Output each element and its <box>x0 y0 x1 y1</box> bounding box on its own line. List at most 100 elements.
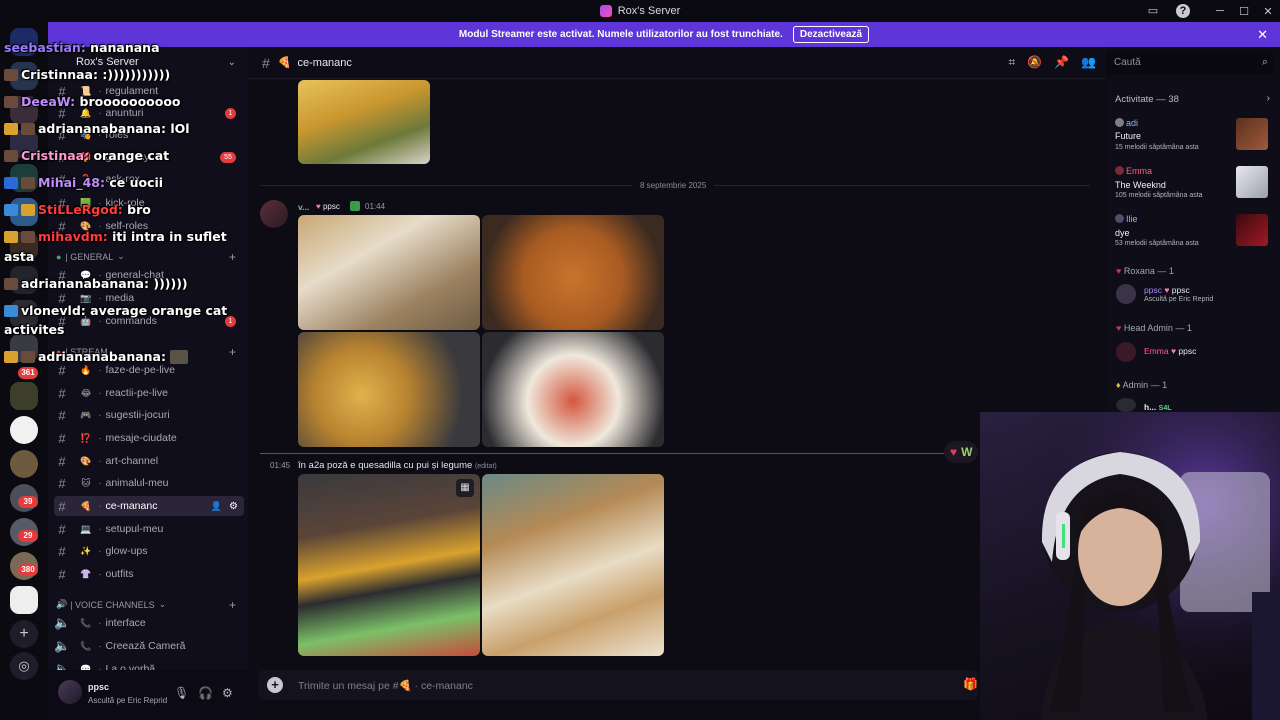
category-general[interactable]: ● | GENERAL ⌄ + <box>56 250 242 264</box>
avatar[interactable] <box>58 680 82 704</box>
chat-badge-icon <box>21 203 35 216</box>
chat-message: Cristinnaa: :))))))))))) <box>4 67 170 82</box>
message-image[interactable] <box>298 474 480 656</box>
voice-channel-interface[interactable]: 🔈 📞 · interface <box>54 613 244 633</box>
server-icon-cat[interactable] <box>10 450 38 478</box>
channel-sugestii-jocuri[interactable]: # 🎮 · sugestii-jocuri <box>54 405 244 425</box>
avatar[interactable] <box>1116 342 1136 362</box>
channel-label: glow-ups <box>105 545 148 557</box>
search-input[interactable]: Caută ⌕ <box>1106 52 1274 74</box>
help-icon[interactable]: ? <box>1176 4 1190 18</box>
channel-label: art-channel <box>105 455 159 467</box>
activity-stat: 105 melodii săptămâna asta <box>1115 192 1203 199</box>
channel-outfits[interactable]: # 👚 · outfits <box>54 564 244 584</box>
hash-icon: # <box>58 521 66 537</box>
discover-icon[interactable]: ◎ <box>10 652 38 680</box>
channel-setupul-meu[interactable]: # 💻 · setupul-meu <box>54 519 244 539</box>
message-image[interactable] <box>298 215 480 330</box>
emote-icon <box>170 349 189 364</box>
chat-badge-icon <box>4 304 18 317</box>
server-icon-10[interactable] <box>10 382 38 410</box>
chat-badge-icon <box>4 203 18 216</box>
members-icon[interactable]: 👥 <box>1081 55 1096 70</box>
unread-badge: 380 <box>18 564 38 576</box>
add-channel-icon[interactable]: + <box>229 345 236 359</box>
add-server-icon[interactable]: + <box>10 620 38 648</box>
pin-icon[interactable]: 📌 <box>1054 55 1069 70</box>
add-channel-icon[interactable]: + <box>229 598 236 612</box>
message-author[interactable]: v... <box>298 202 309 212</box>
role-header: ♥ Roxana — 1 <box>1116 266 1174 276</box>
message-image[interactable] <box>298 332 480 447</box>
chat-text: broooooooooo <box>79 94 181 109</box>
message-image[interactable] <box>482 332 664 447</box>
chevron-down-icon[interactable]: ⌄ <box>228 57 236 68</box>
message-image[interactable] <box>298 80 430 164</box>
user-status: Ascultă pe Eric Reprid <box>88 696 168 705</box>
channel-label: animalul-meu <box>105 477 169 489</box>
invite-icon[interactable]: 👤 <box>211 501 222 512</box>
avatar[interactable] <box>260 200 288 228</box>
microphone-icon[interactable]: 🎙 <box>174 686 189 700</box>
chat-text: ce uocii <box>109 175 164 190</box>
chat-text: bro <box>127 202 151 217</box>
channel-emoji: 💻 <box>80 523 92 534</box>
channel-mesaje-ciudate[interactable]: # ⁉️ · mesaje-ciudate <box>54 428 244 448</box>
channel-emoji: 👚 <box>80 568 92 579</box>
channel-emoji: 🍕 <box>80 500 92 511</box>
server-icon <box>599 5 612 17</box>
image-grid-icon[interactable]: ▦ <box>456 479 474 497</box>
channel-ce-mananc[interactable]: # 🍕 · ce-mananc 👤 ⚙ <box>54 496 244 516</box>
disable-streamer-button[interactable]: Dezactivează <box>792 26 870 43</box>
close-icon[interactable]: ✕ <box>1257 27 1268 43</box>
chat-badge-icon <box>4 149 18 162</box>
channel-emoji: 📞 <box>80 640 92 651</box>
album-cover <box>1236 118 1268 150</box>
speaker-icon: 🔈 <box>54 638 71 653</box>
category-voice[interactable]: 🔊 | VOICE CHANNELS ⌄ + <box>56 598 242 612</box>
search-placeholder: Caută <box>1114 57 1141 68</box>
hash-icon: # <box>58 453 66 469</box>
minimize-button[interactable]: ─ <box>1208 5 1232 17</box>
bell-muted-icon[interactable]: 🔕 <box>1027 55 1042 70</box>
avatar[interactable] <box>1116 284 1136 304</box>
chat-text: nananana <box>90 40 160 55</box>
close-window-button[interactable]: ✕ <box>1256 5 1280 18</box>
channel-reactii-pe-live[interactable]: # 😂 · reactii-pe-live <box>54 383 244 403</box>
chat-badge-icon <box>21 122 35 135</box>
chat-badge-icon <box>21 230 35 243</box>
hash-icon: # <box>58 430 66 446</box>
chevron-right-icon[interactable]: › <box>1267 93 1270 104</box>
channel-label: Creează Cameră <box>105 640 186 652</box>
server-icon-14[interactable] <box>10 586 38 614</box>
channel-emoji: 🎨 <box>80 455 92 466</box>
gear-icon[interactable]: ⚙ <box>222 686 233 700</box>
channel-art-channel[interactable]: # 🎨 · art-channel <box>54 451 244 471</box>
attach-plus-icon[interactable]: + <box>267 677 283 693</box>
member-name[interactable]: ppsc ♥ ppsc <box>1144 285 1190 295</box>
threads-icon[interactable]: ⌗ <box>1008 55 1015 70</box>
add-channel-icon[interactable]: + <box>229 250 236 264</box>
channel-emoji: 🎮 <box>80 409 92 420</box>
voice-channel-creeaza-camera[interactable]: 🔈 📞 · Creează Cameră <box>54 636 244 656</box>
channel-glow-ups[interactable]: # ✨ · glow-ups <box>54 541 244 561</box>
member-name[interactable]: Emma ♥ ppsc <box>1144 346 1196 356</box>
new-messages-line <box>260 453 960 454</box>
inbox-icon[interactable]: ▭ <box>1146 4 1160 18</box>
channel-emoji: 📞 <box>80 617 92 628</box>
message-image[interactable] <box>482 215 664 330</box>
gift-icon[interactable]: 🎁 <box>963 677 978 691</box>
member-name[interactable]: h... S4L <box>1144 402 1172 412</box>
message-input[interactable]: + Trimite un mesaj pe #🍕 · ce-mananc 🎁 <box>258 670 978 700</box>
gear-icon[interactable]: ⚙ <box>229 501 238 512</box>
banner-text: Modul Streamer este activat. Numele util… <box>458 29 783 40</box>
chat-text: )))))) <box>153 276 188 291</box>
message-image[interactable] <box>482 474 664 656</box>
maximize-button[interactable]: ☐ <box>1232 5 1256 18</box>
channel-emoji: 😂 <box>80 387 92 398</box>
chat-user: DeeaW: <box>21 94 76 109</box>
server-icon-w2g[interactable] <box>10 416 38 444</box>
avatar[interactable] <box>1116 398 1136 412</box>
headphones-icon[interactable]: 🎧 <box>198 686 213 700</box>
channel-animalul-meu[interactable]: # 🐱 · animalul-meu <box>54 473 244 493</box>
